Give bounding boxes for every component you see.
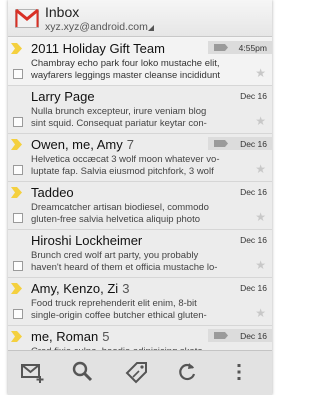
message-snippet: Food truck reprehenderit elit enim, 8-bi… bbox=[31, 298, 239, 322]
snippet-line: Food truck reprehenderit elit enim, 8-bi… bbox=[31, 298, 197, 309]
snippet-line: Nulla brunch excepteur, irure veniam blo… bbox=[31, 106, 207, 117]
thread-date: Dec 16 bbox=[240, 91, 267, 101]
sender-names: Owen, me, Amy 7 bbox=[31, 137, 134, 152]
important-marker-icon[interactable] bbox=[11, 187, 22, 198]
message-count: 5 bbox=[102, 329, 110, 344]
conversation-list[interactable]: 2011 Holiday Gift Team Chambray echo park… bbox=[8, 38, 272, 350]
thread-date: Dec 16 bbox=[240, 331, 267, 341]
snippet-line: luptate fap. Salvia eiusmod pitchfork, 3… bbox=[31, 166, 214, 177]
sender-label: 2011 Holiday Gift Team bbox=[31, 41, 165, 56]
message-count: 3 bbox=[122, 281, 130, 296]
message-snippet: Chambray echo park four loko mustache el… bbox=[31, 58, 239, 82]
snippet-line: Helvetica occæcat 3 wolf moon whatever v… bbox=[31, 154, 220, 165]
thread-date: Dec 16 bbox=[240, 187, 267, 197]
message-count: 7 bbox=[126, 137, 134, 152]
search-icon[interactable] bbox=[70, 360, 96, 384]
thread-date: Dec 16 bbox=[240, 283, 267, 293]
label-date-chip: Dec 16 bbox=[208, 137, 272, 150]
label-tag-icon bbox=[214, 140, 228, 147]
thread-date: Dec 16 bbox=[240, 139, 267, 149]
star-icon[interactable]: ★ bbox=[255, 67, 266, 79]
select-checkbox[interactable] bbox=[13, 309, 23, 319]
select-checkbox[interactable] bbox=[13, 117, 23, 127]
message-snippet: Helvetica occæcat 3 wolf moon whatever v… bbox=[31, 154, 239, 178]
conversation-row[interactable]: Hiroshi Lockheimer Brunch cred wolf art p… bbox=[8, 230, 272, 278]
select-checkbox[interactable] bbox=[13, 213, 23, 223]
conversation-row[interactable]: Taddeo Dreamcatcher artisan biodiesel, co… bbox=[8, 182, 272, 230]
sender-label: me, Roman bbox=[31, 329, 99, 344]
label-tag-icon bbox=[214, 332, 228, 339]
snippet-line: single-origin coffee butcher ethical glu… bbox=[31, 310, 207, 321]
sender-names: Larry Page bbox=[31, 89, 99, 104]
inbox-title[interactable]: Inbox bbox=[45, 4, 79, 20]
snippet-line: wayfarers leggings master cleanse incidi… bbox=[31, 70, 221, 81]
overflow-menu-icon[interactable] bbox=[226, 360, 252, 384]
star-icon[interactable]: ★ bbox=[255, 307, 266, 319]
snippet-line: haven't heard of them et officia mustach… bbox=[31, 262, 218, 273]
sender-names: Taddeo bbox=[31, 185, 78, 200]
sender-label: Larry Page bbox=[31, 89, 95, 104]
conversation-row[interactable]: Amy, Kenzo, Zi 3 Food truck reprehenderit … bbox=[8, 278, 272, 326]
important-marker-icon[interactable] bbox=[11, 331, 22, 342]
snippet-line: sint squid. Consequat pariatur keytar co… bbox=[31, 118, 207, 129]
sender-names: Hiroshi Lockheimer bbox=[31, 233, 146, 248]
important-marker-icon[interactable] bbox=[11, 139, 22, 150]
select-checkbox[interactable] bbox=[13, 165, 23, 175]
bottom-toolbar bbox=[8, 350, 272, 395]
phone-screen: Inbox xyz.xyz@android.com 2011 Holiday G… bbox=[8, 0, 272, 395]
sender-label: Amy, Kenzo, Zi bbox=[31, 281, 119, 296]
sender-names: me, Roman 5 bbox=[31, 329, 109, 344]
label-icon[interactable] bbox=[124, 360, 150, 384]
conversation-row[interactable]: 2011 Holiday Gift Team Chambray echo park… bbox=[8, 38, 272, 86]
compose-icon[interactable] bbox=[20, 360, 46, 384]
conversation-row[interactable]: Larry Page Nulla brunch excepteur, irure … bbox=[8, 86, 272, 134]
important-marker-icon[interactable] bbox=[11, 43, 22, 54]
message-snippet: Brunch cred wolf art party, you probably… bbox=[31, 250, 239, 274]
thread-date: Dec 16 bbox=[240, 235, 267, 245]
snippet-line: Brunch cred wolf art party, you probably bbox=[31, 250, 199, 261]
sender-label: Owen, me, Amy bbox=[31, 137, 123, 152]
account-dropdown-caret-icon[interactable] bbox=[148, 25, 154, 31]
sender-names: 2011 Holiday Gift Team bbox=[31, 41, 169, 56]
label-date-chip: Dec 16 bbox=[208, 329, 272, 342]
star-icon[interactable]: ★ bbox=[255, 115, 266, 127]
label-tag-icon bbox=[214, 44, 228, 51]
thread-date: 4:55pm bbox=[238, 43, 267, 53]
select-checkbox[interactable] bbox=[13, 261, 23, 271]
star-icon[interactable]: ★ bbox=[255, 163, 266, 175]
gmail-logo-icon[interactable] bbox=[15, 9, 39, 28]
message-snippet: Dreamcatcher artisan biodiesel, commodo g… bbox=[31, 202, 239, 226]
sender-label: Taddeo bbox=[31, 185, 74, 200]
star-icon[interactable]: ★ bbox=[255, 259, 266, 271]
snippet-line: Dreamcatcher artisan biodiesel, commodo bbox=[31, 202, 209, 213]
account-selector[interactable]: xyz.xyz@android.com bbox=[45, 21, 148, 33]
important-marker-icon[interactable] bbox=[11, 283, 22, 294]
select-checkbox[interactable] bbox=[13, 69, 23, 79]
conversation-row[interactable]: me, Roman5Cred fixie culpa, hoodie adipi… bbox=[8, 326, 272, 350]
action-bar: Inbox xyz.xyz@android.com bbox=[8, 0, 272, 37]
sender-label: Hiroshi Lockheimer bbox=[31, 233, 143, 248]
snippet-line: Chambray echo park four loko mustache el… bbox=[31, 58, 220, 69]
sender-names: Amy, Kenzo, Zi 3 bbox=[31, 281, 129, 296]
message-snippet: Nulla brunch excepteur, irure veniam blo… bbox=[31, 106, 239, 130]
label-date-chip: 4:55pm bbox=[208, 41, 272, 54]
conversation-row[interactable]: Owen, me, Amy 7 Helvetica occæcat 3 wolf m… bbox=[8, 134, 272, 182]
snippet-line: gluten-free salvia helvetica aliquip pho… bbox=[31, 214, 200, 225]
refresh-icon[interactable] bbox=[174, 360, 200, 384]
star-icon[interactable]: ★ bbox=[255, 211, 266, 223]
